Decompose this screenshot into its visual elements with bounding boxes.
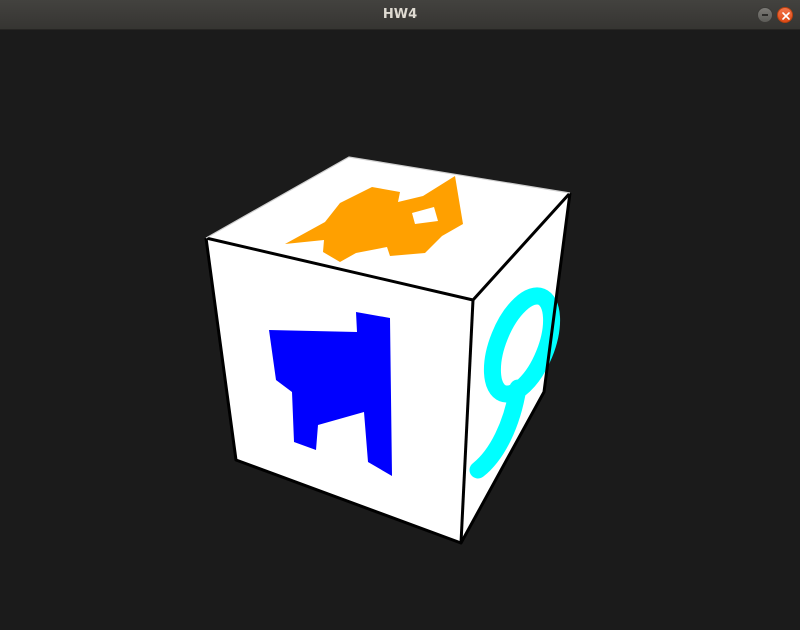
app-window: HW4 [0, 0, 800, 630]
close-icon [782, 12, 790, 20]
close-button[interactable] [777, 7, 793, 23]
cube-scene [204, 156, 572, 545]
window-title: HW4 [382, 7, 418, 22]
title-bar[interactable]: HW4 [0, 0, 800, 30]
minimize-button[interactable] [757, 7, 773, 23]
render-viewport[interactable] [0, 30, 800, 630]
